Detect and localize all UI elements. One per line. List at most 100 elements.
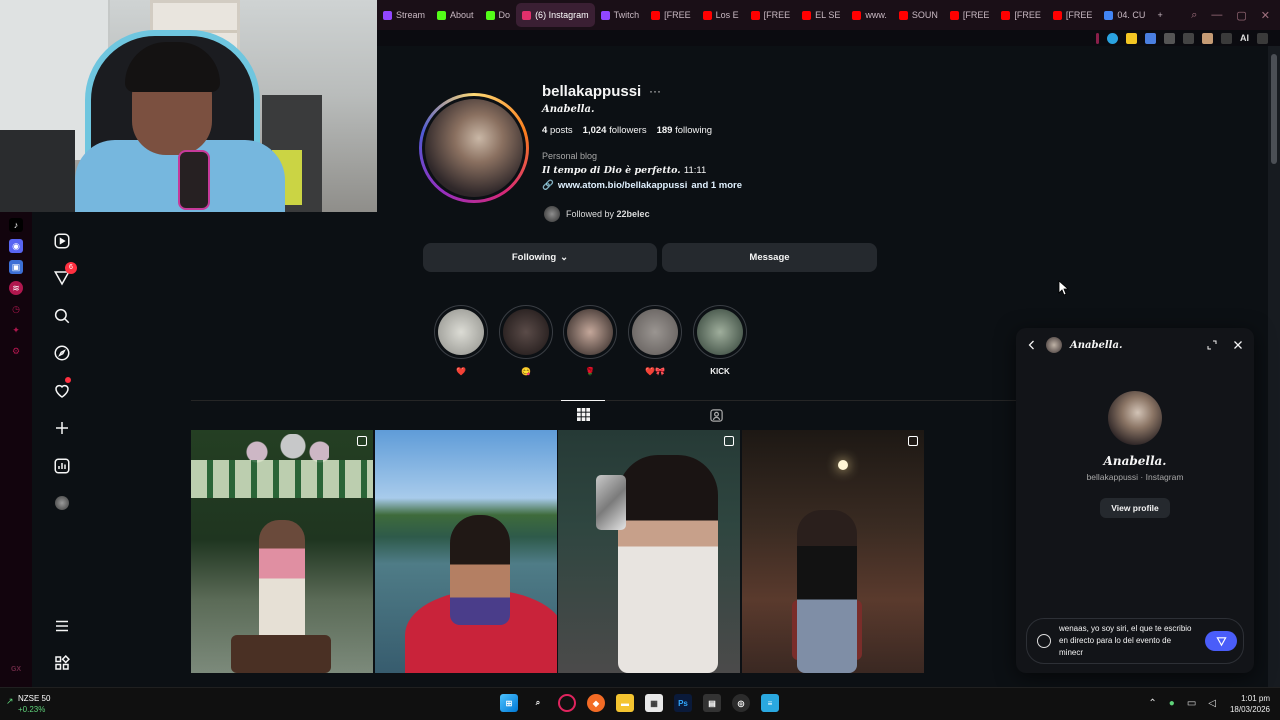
microphone-icon[interactable]: ●: [1169, 698, 1175, 709]
vpn-extension-icon[interactable]: [1107, 32, 1118, 44]
extension-marker-icon[interactable]: [1096, 32, 1099, 44]
messages-nav-button[interactable]: 6: [47, 260, 77, 298]
brave-icon[interactable]: ◆: [587, 694, 605, 712]
profile-avatar-icon[interactable]: [1202, 32, 1213, 44]
back-arrow-icon[interactable]: [1026, 339, 1038, 351]
notes-extension-icon[interactable]: [1126, 32, 1137, 44]
discord-icon[interactable]: ◉: [9, 239, 23, 253]
chat-profile-subtitle: bellakappussi · Instagram: [1086, 472, 1184, 482]
app-icon[interactable]: ▣: [9, 260, 23, 274]
post-thumbnail[interactable]: [375, 430, 557, 673]
stock-ticker-widget[interactable]: ↗ NZSE 50 +0.23%: [6, 693, 50, 715]
notifications-nav-button[interactable]: [47, 372, 77, 410]
story-highlight[interactable]: ❤️🎀: [628, 305, 682, 376]
browser-tab[interactable]: Twitch: [595, 3, 646, 27]
browser-tab[interactable]: About: [431, 3, 480, 27]
more-nav-button[interactable]: [47, 607, 77, 645]
following-stat[interactable]: 189 following: [657, 125, 712, 136]
followers-stat[interactable]: 1,024 followers: [583, 125, 647, 136]
download-icon[interactable]: [1183, 32, 1194, 44]
search-tabs-icon[interactable]: ⌕: [1191, 9, 1197, 22]
expand-icon[interactable]: [1206, 339, 1218, 351]
story-highlight[interactable]: 😋: [499, 305, 553, 376]
dashboard-nav-button[interactable]: [47, 447, 77, 485]
tab-posts[interactable]: [561, 400, 605, 428]
browser-tab[interactable]: [FREE: [745, 3, 797, 27]
mutual-follower-avatar: [544, 206, 560, 222]
tiktok-icon[interactable]: ♪: [9, 218, 23, 232]
post-thumbnail[interactable]: [742, 430, 924, 673]
browser-tab[interactable]: [FREE: [944, 3, 996, 27]
menu-icon[interactable]: [1257, 32, 1268, 44]
scrollbar-thumb[interactable]: [1271, 54, 1277, 164]
view-profile-button[interactable]: View profile: [1100, 498, 1170, 518]
browser-tab[interactable]: SOUN: [893, 3, 944, 27]
profile-picture[interactable]: [419, 93, 529, 203]
explore-nav-button[interactable]: [47, 335, 77, 373]
opera-gx-icon[interactable]: [558, 694, 576, 712]
followed-by[interactable]: Followed by 22belec: [544, 206, 650, 222]
photoshop-icon[interactable]: Ps: [674, 694, 692, 712]
browser-tab[interactable]: [FREE: [645, 3, 697, 27]
emoji-icon[interactable]: [1037, 634, 1051, 648]
capture-card-icon[interactable]: ▤: [703, 694, 721, 712]
send-button[interactable]: [1205, 631, 1237, 651]
chevron-up-icon[interactable]: ⌃: [1148, 698, 1156, 709]
post-tabs: [191, 400, 1016, 428]
puzzle-extensions-icon[interactable]: [1164, 32, 1175, 44]
message-draft[interactable]: wenaas, yo soy siri, el que te escribio …: [1059, 623, 1197, 659]
browser-tab[interactable]: [FREE: [995, 3, 1047, 27]
create-nav-button[interactable]: [47, 410, 77, 448]
browser-tab[interactable]: www.: [846, 3, 893, 27]
store-icon[interactable]: ▦: [645, 694, 663, 712]
following-button[interactable]: Following ⌄: [423, 243, 657, 272]
browser-tab[interactable]: EL SE: [796, 3, 846, 27]
close-icon[interactable]: [1232, 339, 1244, 351]
highlight-label: 🌹: [585, 367, 595, 376]
translate-extension-icon[interactable]: [1145, 32, 1156, 44]
message-input[interactable]: wenaas, yo soy siri, el que te escribio …: [1026, 618, 1244, 664]
profile-link[interactable]: 🔗 www.atom.bio/bellakappussi and 1 more: [542, 180, 742, 191]
story-highlight[interactable]: KICK: [693, 305, 747, 376]
maximize-icon[interactable]: ▢: [1236, 9, 1246, 22]
also-from-meta-button[interactable]: [47, 645, 77, 683]
file-explorer-icon[interactable]: ▬: [616, 694, 634, 712]
options-button[interactable]: ···: [649, 84, 661, 98]
settings-icon[interactable]: ⚙: [9, 344, 23, 358]
reels-nav-button[interactable]: [47, 222, 77, 260]
windows-start-icon[interactable]: ⊞: [500, 694, 518, 712]
story-highlight[interactable]: 🌹: [563, 305, 617, 376]
tab-tagged[interactable]: [696, 401, 736, 429]
browser-tab-active[interactable]: (6) Instagram: [516, 3, 595, 27]
close-window-icon[interactable]: ✕: [1261, 9, 1270, 22]
profile-nav-button[interactable]: [47, 485, 77, 523]
party-banner: [191, 460, 373, 498]
youtube-icon: [750, 10, 760, 20]
browser-tab[interactable]: Los E: [697, 3, 745, 27]
page-scrollbar[interactable]: [1268, 46, 1280, 687]
browser-tab[interactable]: 04. CU: [1098, 3, 1151, 27]
browser-tab[interactable]: Do: [480, 3, 517, 27]
new-tab-button[interactable]: +: [1151, 3, 1168, 27]
minimize-icon[interactable]: —: [1211, 9, 1222, 22]
notifications-badge: 6: [65, 261, 77, 274]
browser-tab[interactable]: Stream: [377, 3, 431, 27]
notepad-icon[interactable]: ≡: [761, 694, 779, 712]
twitch-icon: [383, 10, 392, 20]
obs-icon[interactable]: ◎: [732, 694, 750, 712]
search-icon[interactable]: ⌕: [529, 694, 547, 712]
message-button[interactable]: Message: [662, 243, 877, 272]
system-clock[interactable]: 1:01 pm 18/03/2026: [1230, 693, 1270, 715]
volume-icon[interactable]: ◁: [1208, 698, 1216, 709]
post-thumbnail[interactable]: [191, 430, 373, 673]
history-icon[interactable]: ◷: [9, 302, 23, 316]
search-nav-button[interactable]: [47, 297, 77, 335]
browser-tab[interactable]: [FREE: [1047, 3, 1099, 27]
download-arrow-icon[interactable]: [1221, 32, 1232, 44]
extensions-icon[interactable]: ✦: [9, 323, 23, 337]
ai-button[interactable]: AI: [1240, 33, 1249, 43]
spotify-icon[interactable]: ≋: [9, 281, 23, 295]
post-thumbnail[interactable]: [558, 430, 740, 673]
network-icon[interactable]: ▭: [1187, 698, 1196, 709]
story-highlight[interactable]: ❤️: [434, 305, 488, 376]
